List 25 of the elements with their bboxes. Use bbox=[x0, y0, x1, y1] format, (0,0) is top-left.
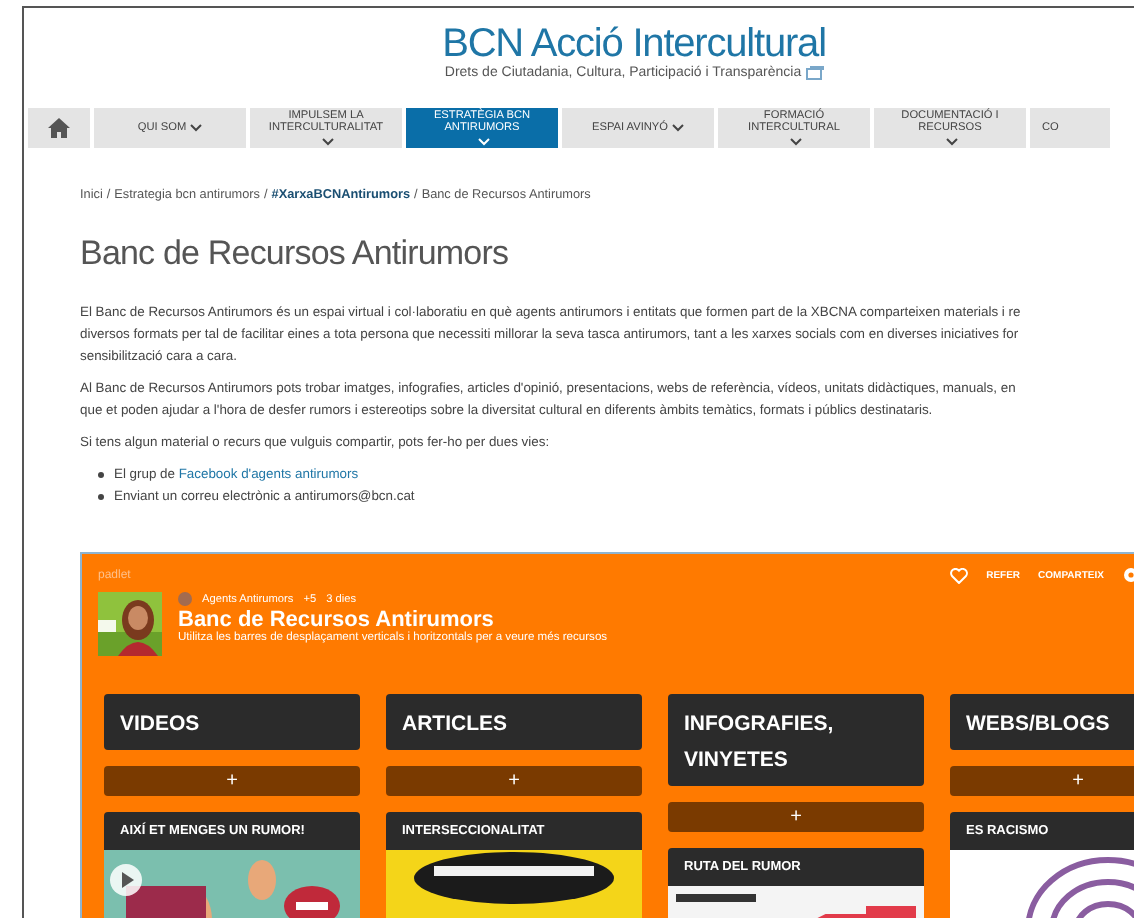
chevron-down-icon bbox=[478, 138, 490, 147]
add-post-button[interactable]: + bbox=[950, 766, 1134, 796]
home-icon bbox=[48, 118, 70, 138]
chevron-down-icon bbox=[322, 138, 334, 147]
avatar-icon bbox=[178, 592, 192, 606]
gear-icon[interactable] bbox=[1122, 566, 1134, 584]
column-header: VIDEOS bbox=[104, 694, 360, 750]
external-link-icon[interactable] bbox=[805, 66, 824, 80]
column-header: INFOGRAFIES, VINYETES bbox=[668, 694, 924, 786]
site-title[interactable]: BCN Acció Intercultural bbox=[442, 22, 826, 66]
board-title: Banc de Recursos Antirumors bbox=[178, 608, 496, 632]
bullet-icon bbox=[98, 494, 104, 500]
chevron-down-icon bbox=[946, 138, 958, 147]
bullet-icon bbox=[98, 472, 104, 478]
page-heading: Banc de Recursos Antirumors bbox=[80, 234, 511, 274]
chevron-down-icon bbox=[790, 138, 802, 147]
home-tab[interactable] bbox=[28, 108, 90, 148]
add-post-button[interactable]: + bbox=[104, 766, 360, 796]
add-post-button[interactable]: + bbox=[668, 802, 924, 832]
heart-icon[interactable] bbox=[950, 567, 969, 583]
chevron-down-icon bbox=[190, 124, 203, 132]
chevron-down-icon bbox=[672, 124, 685, 132]
add-post-button[interactable]: + bbox=[386, 766, 642, 796]
column-header: WEBS/BLOGS bbox=[950, 694, 1134, 750]
column-header: ARTICLES bbox=[386, 694, 642, 750]
